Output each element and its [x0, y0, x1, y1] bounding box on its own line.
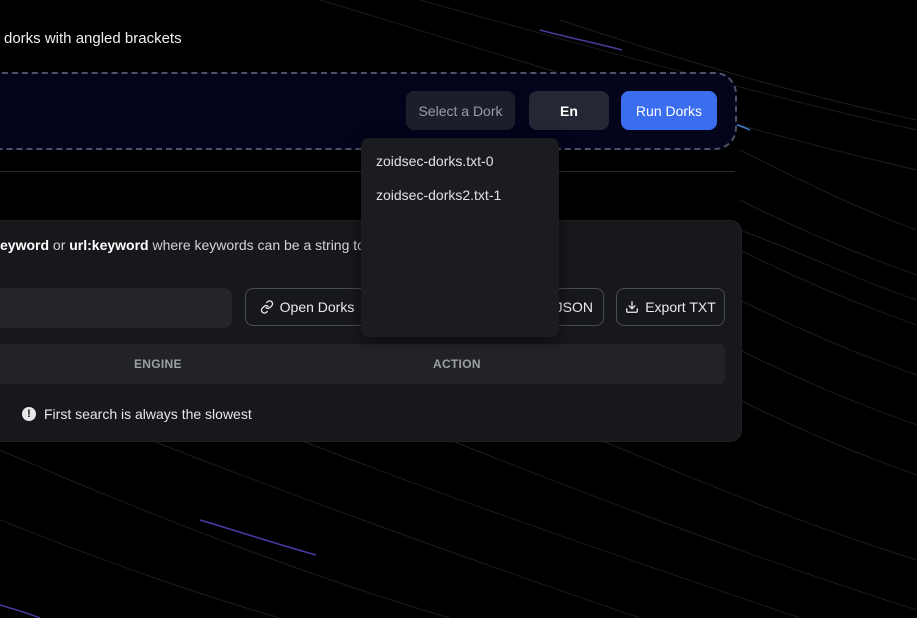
notice-text: First search is always the slowest — [44, 406, 252, 422]
slow-search-notice: ! First search is always the slowest — [22, 406, 252, 422]
search-syntax-info: eyword or url:keyword where keywords can… — [0, 237, 365, 253]
alert-icon: ! — [22, 407, 36, 421]
dropdown-option[interactable]: zoidsec-dorks2.txt-1 — [376, 187, 501, 203]
link-icon — [260, 300, 273, 314]
filter-input[interactable] — [0, 288, 232, 328]
export-json-label: JSON — [555, 299, 593, 315]
info-rest-text: where keywords can be a string to — [148, 237, 365, 253]
run-dorks-button[interactable]: Run Dorks — [621, 91, 717, 130]
export-txt-button[interactable]: Export TXT — [616, 288, 725, 326]
download-icon — [626, 301, 639, 313]
dork-select-dropdown: zoidsec-dorks.txt-0 zoidsec-dorks2.txt-1 — [361, 138, 559, 337]
results-table-header: ENGINE ACTION — [0, 344, 725, 384]
language-button[interactable]: En — [529, 91, 609, 130]
dropdown-option[interactable]: zoidsec-dorks.txt-0 — [376, 153, 493, 169]
column-header-engine: ENGINE — [134, 357, 182, 371]
page: dorks with angled brackets Select a Dork… — [0, 0, 917, 618]
info-or-text: or — [49, 237, 70, 253]
dork-hint-text: dorks with angled brackets — [4, 30, 182, 47]
select-dork-button[interactable]: Select a Dork — [406, 91, 515, 130]
keyword-syntax-b: url:keyword — [69, 237, 149, 253]
open-dorks-button[interactable]: Open Dorks — [245, 288, 369, 326]
column-header-action: ACTION — [433, 357, 481, 371]
export-txt-label: Export TXT — [645, 299, 716, 315]
open-dorks-label: Open Dorks — [279, 299, 355, 315]
keyword-syntax-a: eyword — [0, 237, 50, 253]
